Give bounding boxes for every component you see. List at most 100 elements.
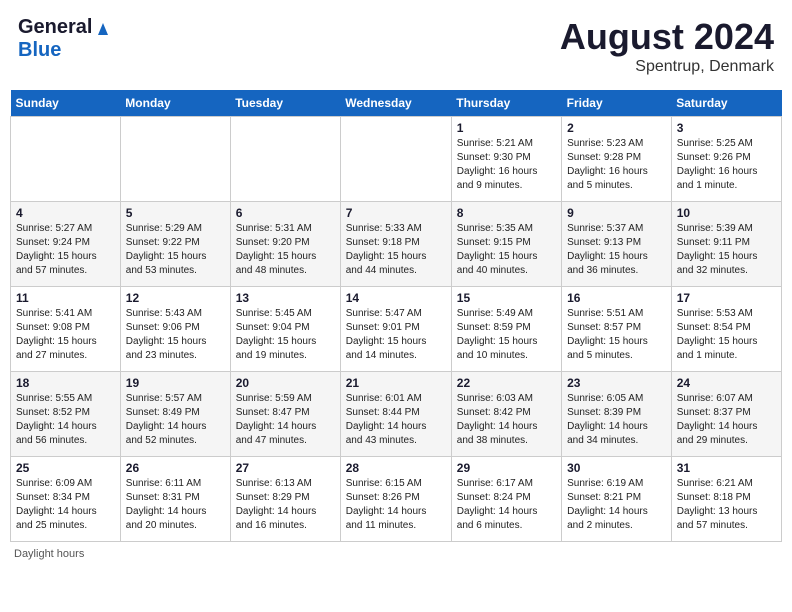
- calendar-cell: 9 Sunrise: 5:37 AM Sunset: 9:13 PM Daylig…: [562, 202, 672, 287]
- day-number: 19: [126, 376, 225, 390]
- day-info: Sunrise: 5:27 AM Sunset: 9:24 PM Dayligh…: [16, 222, 115, 278]
- day-number: 27: [236, 461, 335, 475]
- day-number: 24: [677, 376, 776, 390]
- day-number: 13: [236, 291, 335, 305]
- calendar-week-row: 11 Sunrise: 5:41 AM Sunset: 9:08 PM Dayli…: [11, 287, 782, 372]
- calendar-week-row: 25Sunrise: 6:09 AM Sunset: 8:34 PM Dayli…: [11, 457, 782, 542]
- page-header: General Blue August 2024 Spentrup, Denma…: [10, 10, 782, 82]
- day-number: 10: [677, 206, 776, 220]
- title-block: August 2024 Spentrup, Denmark: [560, 16, 774, 76]
- day-number: 9: [567, 206, 666, 220]
- weekday-header: Sunday: [11, 90, 121, 117]
- calendar-cell: 10 Sunrise: 5:39 AM Sunset: 9:11 PM Dayli…: [671, 202, 781, 287]
- day-info: Sunrise: 5:29 AM Sunset: 9:22 PM Dayligh…: [126, 222, 225, 278]
- day-number: 18: [16, 376, 115, 390]
- day-info: Sunrise: 5:43 AM Sunset: 9:06 PM Dayligh…: [126, 307, 225, 363]
- day-info: Sunrise: 6:17 AM Sunset: 8:24 PM Dayligh…: [457, 477, 556, 533]
- day-info: Sunrise: 5:33 AM Sunset: 9:18 PM Dayligh…: [346, 222, 446, 278]
- calendar-cell: [230, 117, 340, 202]
- calendar-cell: 4 Sunrise: 5:27 AM Sunset: 9:24 PM Daylig…: [11, 202, 121, 287]
- footer-note: Daylight hours: [10, 548, 782, 560]
- day-info: Sunrise: 5:53 AM Sunset: 8:54 PM Dayligh…: [677, 307, 776, 363]
- day-info: Sunrise: 5:41 AM Sunset: 9:08 PM Dayligh…: [16, 307, 115, 363]
- calendar-cell: 16Sunrise: 5:51 AM Sunset: 8:57 PM Dayli…: [562, 287, 672, 372]
- day-number: 17: [677, 291, 776, 305]
- day-info: Sunrise: 5:39 AM Sunset: 9:11 PM Dayligh…: [677, 222, 776, 278]
- day-number: 3: [677, 121, 776, 135]
- day-number: 26: [126, 461, 225, 475]
- day-info: Sunrise: 5:55 AM Sunset: 8:52 PM Dayligh…: [16, 392, 115, 448]
- day-number: 28: [346, 461, 446, 475]
- calendar-cell: 25Sunrise: 6:09 AM Sunset: 8:34 PM Dayli…: [11, 457, 121, 542]
- calendar-cell: 17 Sunrise: 5:53 AM Sunset: 8:54 PM Dayli…: [671, 287, 781, 372]
- calendar-cell: 18 Sunrise: 5:55 AM Sunset: 8:52 PM Dayli…: [11, 372, 121, 457]
- logo-triangle-icon: [94, 19, 112, 37]
- day-info: Sunrise: 5:31 AM Sunset: 9:20 PM Dayligh…: [236, 222, 335, 278]
- day-info: Sunrise: 5:21 AM Sunset: 9:30 PM Dayligh…: [457, 137, 556, 193]
- day-info: Sunrise: 6:01 AM Sunset: 8:44 PM Dayligh…: [346, 392, 446, 448]
- day-info: Sunrise: 6:11 AM Sunset: 8:31 PM Dayligh…: [126, 477, 225, 533]
- calendar-cell: 23 Sunrise: 6:05 AM Sunset: 8:39 PM Dayli…: [562, 372, 672, 457]
- weekday-header-row: SundayMondayTuesdayWednesdayThursdayFrid…: [11, 90, 782, 117]
- calendar-cell: 19 Sunrise: 5:57 AM Sunset: 8:49 PM Dayli…: [120, 372, 230, 457]
- day-number: 20: [236, 376, 335, 390]
- calendar-table: SundayMondayTuesdayWednesdayThursdayFrid…: [10, 90, 782, 542]
- calendar-cell: 15Sunrise: 5:49 AM Sunset: 8:59 PM Dayli…: [451, 287, 561, 372]
- day-info: Sunrise: 5:47 AM Sunset: 9:01 PM Dayligh…: [346, 307, 446, 363]
- day-number: 16: [567, 291, 666, 305]
- calendar-cell: 2Sunrise: 5:23 AM Sunset: 9:28 PM Daylig…: [562, 117, 672, 202]
- calendar-cell: 14 Sunrise: 5:47 AM Sunset: 9:01 PM Dayli…: [340, 287, 451, 372]
- calendar-cell: 26 Sunrise: 6:11 AM Sunset: 8:31 PM Dayli…: [120, 457, 230, 542]
- weekday-header: Friday: [562, 90, 672, 117]
- calendar-cell: 29Sunrise: 6:17 AM Sunset: 8:24 PM Dayli…: [451, 457, 561, 542]
- day-info: Sunrise: 5:37 AM Sunset: 9:13 PM Dayligh…: [567, 222, 666, 278]
- month-year-title: August 2024: [560, 16, 774, 58]
- logo: General Blue: [18, 16, 112, 62]
- calendar-cell: 1 Sunrise: 5:21 AM Sunset: 9:30 PM Daylig…: [451, 117, 561, 202]
- calendar-week-row: 1 Sunrise: 5:21 AM Sunset: 9:30 PM Daylig…: [11, 117, 782, 202]
- calendar-cell: 27Sunrise: 6:13 AM Sunset: 8:29 PM Dayli…: [230, 457, 340, 542]
- day-number: 14: [346, 291, 446, 305]
- day-number: 12: [126, 291, 225, 305]
- calendar-cell: 22 Sunrise: 6:03 AM Sunset: 8:42 PM Dayli…: [451, 372, 561, 457]
- logo-general: General: [18, 16, 92, 39]
- calendar-cell: 7Sunrise: 5:33 AM Sunset: 9:18 PM Daylig…: [340, 202, 451, 287]
- day-number: 31: [677, 461, 776, 475]
- day-info: Sunrise: 6:07 AM Sunset: 8:37 PM Dayligh…: [677, 392, 776, 448]
- day-info: Sunrise: 5:23 AM Sunset: 9:28 PM Dayligh…: [567, 137, 666, 193]
- weekday-header: Saturday: [671, 90, 781, 117]
- weekday-header: Monday: [120, 90, 230, 117]
- calendar-cell: [120, 117, 230, 202]
- day-info: Sunrise: 5:25 AM Sunset: 9:26 PM Dayligh…: [677, 137, 776, 193]
- location-title: Spentrup, Denmark: [560, 58, 774, 76]
- day-info: Sunrise: 6:19 AM Sunset: 8:21 PM Dayligh…: [567, 477, 666, 533]
- calendar-cell: 21Sunrise: 6:01 AM Sunset: 8:44 PM Dayli…: [340, 372, 451, 457]
- day-info: Sunrise: 5:35 AM Sunset: 9:15 PM Dayligh…: [457, 222, 556, 278]
- day-number: 23: [567, 376, 666, 390]
- day-info: Sunrise: 5:57 AM Sunset: 8:49 PM Dayligh…: [126, 392, 225, 448]
- day-info: Sunrise: 6:15 AM Sunset: 8:26 PM Dayligh…: [346, 477, 446, 533]
- day-number: 22: [457, 376, 556, 390]
- day-info: Sunrise: 6:03 AM Sunset: 8:42 PM Dayligh…: [457, 392, 556, 448]
- calendar-cell: [340, 117, 451, 202]
- day-number: 11: [16, 291, 115, 305]
- calendar-cell: 28 Sunrise: 6:15 AM Sunset: 8:26 PM Dayli…: [340, 457, 451, 542]
- day-number: 15: [457, 291, 556, 305]
- weekday-header: Tuesday: [230, 90, 340, 117]
- day-number: 4: [16, 206, 115, 220]
- calendar-cell: 24 Sunrise: 6:07 AM Sunset: 8:37 PM Dayli…: [671, 372, 781, 457]
- calendar-cell: 31 Sunrise: 6:21 AM Sunset: 8:18 PM Dayli…: [671, 457, 781, 542]
- day-info: Sunrise: 6:21 AM Sunset: 8:18 PM Dayligh…: [677, 477, 776, 533]
- day-number: 1: [457, 121, 556, 135]
- day-info: Sunrise: 6:05 AM Sunset: 8:39 PM Dayligh…: [567, 392, 666, 448]
- calendar-week-row: 4 Sunrise: 5:27 AM Sunset: 9:24 PM Daylig…: [11, 202, 782, 287]
- day-number: 8: [457, 206, 556, 220]
- day-info: Sunrise: 5:45 AM Sunset: 9:04 PM Dayligh…: [236, 307, 335, 363]
- day-number: 6: [236, 206, 335, 220]
- day-info: Sunrise: 5:59 AM Sunset: 8:47 PM Dayligh…: [236, 392, 335, 448]
- calendar-cell: 12 Sunrise: 5:43 AM Sunset: 9:06 PM Dayli…: [120, 287, 230, 372]
- weekday-header: Thursday: [451, 90, 561, 117]
- day-info: Sunrise: 6:09 AM Sunset: 8:34 PM Dayligh…: [16, 477, 115, 533]
- calendar-cell: 5Sunrise: 5:29 AM Sunset: 9:22 PM Daylig…: [120, 202, 230, 287]
- calendar-cell: 8 Sunrise: 5:35 AM Sunset: 9:15 PM Daylig…: [451, 202, 561, 287]
